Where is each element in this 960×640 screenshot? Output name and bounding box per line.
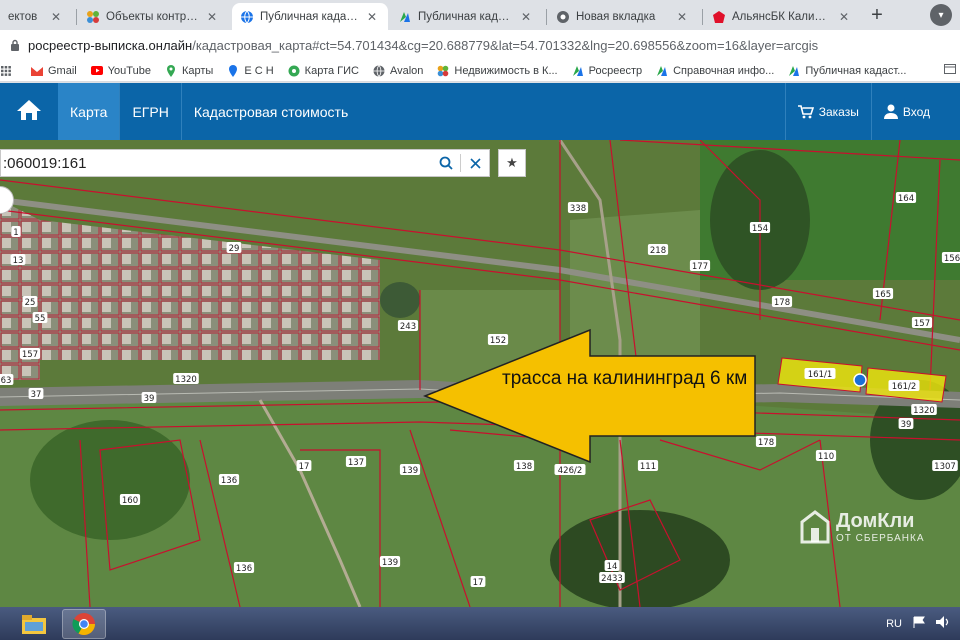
system-tray: RU xyxy=(876,616,960,631)
home-button[interactable] xyxy=(0,83,58,140)
bookmark-label: Росреестр xyxy=(588,64,643,77)
bookmarks-bar: Gmail YouTube Карты Е С Н Карта ГИС Aval… xyxy=(0,60,960,82)
bookmark-folder-icon[interactable] xyxy=(944,64,956,74)
watermark-text: ДомКли xyxy=(836,509,915,532)
url-text[interactable]: росреестр-выписка.онлайн/кадастровая_кар… xyxy=(28,38,818,53)
flower-icon xyxy=(86,10,100,24)
star-icon[interactable]: ★ xyxy=(498,149,526,177)
bookmark-rosreestr[interactable]: Росреестр xyxy=(572,65,642,77)
close-icon[interactable]: ✕ xyxy=(364,9,380,25)
tab-0[interactable]: ектов ✕ xyxy=(0,3,72,30)
bookmark-label: Avalon xyxy=(389,64,424,77)
red-pentagon-icon xyxy=(712,10,726,24)
gis-icon xyxy=(288,65,300,77)
cadastral-logo-icon xyxy=(572,65,584,77)
nav-label: ЕГРН xyxy=(132,103,169,120)
cadastral-logo-icon xyxy=(656,65,668,77)
bookmark-gis[interactable]: Карта ГИС xyxy=(288,65,359,77)
bookmark-apps[interactable] xyxy=(0,65,17,77)
cadastral-logo-icon xyxy=(788,65,800,77)
bookmark-youtube[interactable]: YouTube xyxy=(90,64,151,77)
cadastral-map[interactable]: 338 218 177 164 154 178 165 156 157 152 243 1320 39 3… xyxy=(0,140,960,607)
bookmark-realty[interactable]: Недвижимость в К... xyxy=(437,64,558,77)
home-icon xyxy=(16,99,42,124)
url-path: /кадастровая_карта#ct=54.701434&cg=20.68… xyxy=(192,37,819,53)
flag-icon[interactable] xyxy=(912,616,926,631)
bookmark-gmail[interactable]: Gmail xyxy=(31,65,77,77)
cadastral-logo-icon xyxy=(398,10,412,24)
close-icon[interactable]: ✕ xyxy=(836,9,852,25)
tab-search-icon[interactable]: ▾ xyxy=(930,4,952,26)
tab-2[interactable]: Публичная кадастрова ✕ xyxy=(232,3,388,30)
watermark-subtext: ОТ СБЕРБАНКА xyxy=(836,532,925,544)
domclick-logo-icon xyxy=(800,510,830,544)
tab-5[interactable]: АльянсБК Калинингра ✕ xyxy=(704,3,860,30)
domclick-watermark: ДомКли ОТ СБЕРБАНКА xyxy=(800,510,925,544)
orders-button[interactable]: Заказы xyxy=(784,83,871,140)
route-annotation: трасса на калининград 6 км xyxy=(502,368,748,389)
volume-icon[interactable] xyxy=(936,616,952,631)
flower-icon xyxy=(437,65,449,77)
bookmark-label: Е С Н xyxy=(244,64,274,77)
close-icon[interactable]: ✕ xyxy=(674,9,690,25)
apps-grid-icon xyxy=(0,65,12,77)
search-input[interactable]: :060019:161 xyxy=(1,155,432,172)
tab-title: Новая вкладка xyxy=(576,10,656,23)
orders-label: Заказы xyxy=(818,104,859,119)
bookmark-maps[interactable]: Карты xyxy=(165,64,214,77)
close-icon[interactable]: ✕ xyxy=(48,9,64,25)
tab-title: Публичная кадастрова xyxy=(260,10,358,23)
nav-label: Карта xyxy=(70,103,108,120)
os-taskbar: RU xyxy=(0,607,960,640)
user-icon xyxy=(883,104,898,119)
bookmark-public-cadastral[interactable]: Публичная кадаст... xyxy=(788,65,906,77)
tab-title: ектов xyxy=(8,10,38,23)
maps-pin-icon xyxy=(165,64,177,77)
bookmark-label: YouTube xyxy=(107,64,151,77)
bookmark-avalon[interactable]: Avalon xyxy=(373,65,423,77)
cart-icon xyxy=(797,104,814,119)
bookmark-label: Карты xyxy=(181,64,214,77)
url-host: росреестр-выписка.онлайн xyxy=(28,37,193,53)
file-explorer-icon[interactable] xyxy=(14,609,54,639)
location-icon xyxy=(227,64,239,77)
login-label: Вход xyxy=(902,104,930,119)
chrome-icon xyxy=(556,10,570,24)
nav-cadastral-value[interactable]: Кадастровая стоимость xyxy=(182,83,360,140)
site-header: Карта ЕГРН Кадастровая стоимость Заказы … xyxy=(0,83,960,140)
bookmark-label: Карта ГИС xyxy=(304,64,359,77)
close-icon[interactable]: ✕ xyxy=(518,9,534,25)
bookmark-label: Справочная инфо... xyxy=(673,64,775,77)
gmail-icon xyxy=(31,65,43,77)
tab-title: Объекты контрагента xyxy=(106,10,198,23)
bookmark-esn[interactable]: Е С Н xyxy=(227,64,274,77)
tab-3[interactable]: Публичная кадастров ✕ xyxy=(390,3,542,30)
chrome-taskbar-icon[interactable] xyxy=(62,608,106,639)
nav-map[interactable]: Карта xyxy=(58,83,121,140)
nav-label: Кадастровая стоимость xyxy=(193,103,349,120)
tab-1[interactable]: Объекты контрагента ✕ xyxy=(78,3,228,30)
nav-egrn[interactable]: ЕГРН xyxy=(120,83,182,140)
bookmark-reference[interactable]: Справочная инфо... xyxy=(656,65,774,77)
tab-strip: ектов ✕ Объекты контрагента ✕ Публичная … xyxy=(0,0,960,30)
lock-icon[interactable] xyxy=(8,38,22,52)
globe-icon xyxy=(240,10,254,24)
new-tab-button[interactable]: + xyxy=(866,4,888,26)
cadastral-search[interactable]: :060019:161 xyxy=(0,149,490,177)
tab-4[interactable]: Новая вкладка ✕ xyxy=(548,3,698,30)
youtube-icon xyxy=(90,65,103,77)
tab-title: АльянсБК Калинингра xyxy=(732,10,830,23)
bookmark-label: Gmail xyxy=(48,64,77,77)
address-bar[interactable]: росреестр-выписка.онлайн/кадастровая_кар… xyxy=(0,30,960,60)
search-icon[interactable] xyxy=(432,150,460,176)
close-icon[interactable]: ✕ xyxy=(204,9,220,25)
clear-icon[interactable] xyxy=(461,150,489,176)
bookmark-label: Публичная кадаст... xyxy=(805,64,907,77)
bookmark-label: Недвижимость в К... xyxy=(454,64,558,77)
globe-icon xyxy=(373,64,385,77)
login-button[interactable]: Вход xyxy=(870,83,960,140)
tab-title: Публичная кадастров xyxy=(418,10,512,23)
language-indicator[interactable]: RU xyxy=(886,618,902,630)
